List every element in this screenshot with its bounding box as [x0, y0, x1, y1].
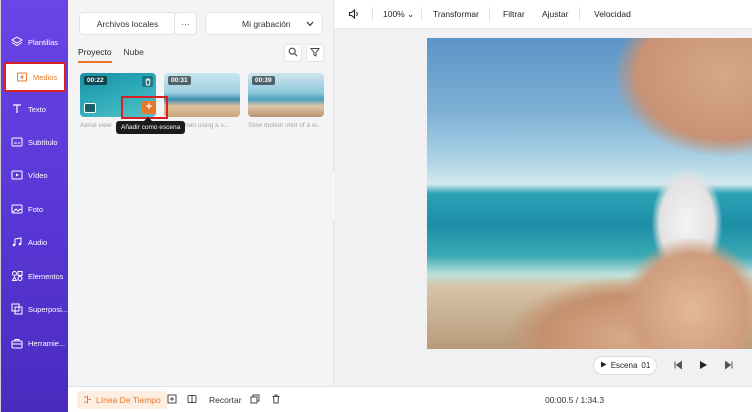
sidebar-item-media[interactable]: Medios [4, 62, 66, 92]
chevron-down-icon: ⌄ [407, 9, 415, 19]
scene-label: Escena [610, 361, 638, 370]
chevron-down-icon [306, 19, 314, 29]
add-frame-icon[interactable] [166, 393, 178, 405]
sidebar-item-label: Plantillas [28, 37, 59, 47]
sidebar-item-label: Subtítulo [28, 137, 58, 147]
local-files-button[interactable]: Archivos locales [79, 12, 176, 35]
crop-button[interactable]: Recortar [209, 395, 242, 405]
duration-badge: 00:31 [168, 76, 191, 85]
video-frame-detail [612, 38, 752, 158]
skip-back-icon [673, 360, 683, 372]
sidebar-item-overlay[interactable]: Superposi... [1, 294, 69, 324]
preview-toolbar: 100% ⌄ Transformar Filtrar Ajustar Veloc… [334, 0, 752, 29]
filter-icon [310, 47, 320, 59]
delete-icon[interactable] [270, 393, 282, 405]
search-icon [288, 47, 298, 59]
sidebar-item-templates[interactable]: Plantillas [1, 27, 69, 57]
time-display: 00:00.5 / 1:34.3 [545, 395, 605, 405]
split-icon[interactable] [186, 393, 198, 405]
overlay-icon [10, 302, 24, 316]
duration-badge: 00:22 [84, 76, 107, 85]
timeline-icon [83, 395, 92, 406]
media-tabs: Proyecto Nube [78, 47, 144, 63]
sidebar-item-label: Foto [28, 204, 44, 214]
sidebar: Plantillas Medios Texto Subtítulo Vídeo … [0, 0, 68, 412]
duration-badge: 00:39 [252, 76, 275, 85]
recording-select-value: Mi grabación [242, 18, 291, 29]
volume-icon[interactable] [348, 8, 360, 22]
sidebar-item-label: Superposi... [28, 304, 69, 314]
media-thumbnail-slowmotion[interactable]: 00:39 [248, 73, 324, 117]
play-icon [600, 361, 607, 370]
search-button[interactable] [284, 44, 302, 62]
sidebar-item-label: Medios [33, 72, 58, 82]
sidebar-item-label: Elementos [28, 271, 64, 281]
play-button[interactable] [696, 359, 710, 373]
zoom-value: 100% [383, 9, 405, 19]
timeline-label: Línea De Tiempo [96, 395, 161, 405]
filter-tool-button[interactable]: Filtrar [503, 9, 525, 19]
sidebar-item-photo[interactable]: Foto [1, 194, 69, 224]
sidebar-item-label: Audio [28, 237, 48, 247]
duplicate-icon[interactable] [249, 393, 261, 405]
zoom-select[interactable]: 100% ⌄ [383, 9, 414, 20]
sidebar-item-label: Herramie... [28, 338, 66, 348]
media-title: Slow motion shot of a w... [248, 122, 322, 129]
more-options-button[interactable]: ··· [174, 12, 197, 35]
photo-icon [10, 202, 24, 216]
timeline-button[interactable]: Línea De Tiempo [77, 391, 167, 409]
toolbox-icon [10, 336, 24, 350]
toolbar-divider [489, 7, 490, 21]
add-scene-tooltip: Añadir como escena [116, 117, 186, 134]
video-icon [10, 168, 24, 182]
layers-icon [10, 35, 24, 49]
sidebar-item-subtitle[interactable]: Subtítulo [1, 127, 69, 157]
transform-button[interactable]: Transformar [433, 9, 479, 19]
media-import-icon [15, 70, 29, 84]
sidebar-item-elements[interactable]: Elementos [1, 261, 69, 291]
filter-button[interactable] [306, 44, 324, 62]
video-frame-detail [622, 238, 752, 349]
elements-icon [10, 269, 24, 283]
media-type-icon [84, 103, 96, 113]
skip-forward-button[interactable] [722, 359, 736, 373]
subtitle-icon [10, 135, 24, 149]
sidebar-item-audio[interactable]: Audio [1, 227, 69, 257]
trash-icon[interactable] [142, 76, 153, 87]
speed-button[interactable]: Velocidad [594, 9, 631, 19]
adjust-button[interactable]: Ajustar [542, 9, 568, 19]
text-icon [10, 102, 24, 116]
toolbar-divider [421, 7, 422, 21]
sidebar-item-label: Vídeo [28, 170, 48, 180]
sidebar-item-text[interactable]: Texto [1, 94, 69, 124]
sidebar-item-tools[interactable]: Herramie... [1, 328, 69, 358]
toolbar-divider [372, 7, 373, 21]
video-preview[interactable] [427, 38, 752, 349]
scene-play-button[interactable]: Escena 01 [593, 356, 657, 375]
bottom-bar: Línea De Tiempo Recortar 00:00.5 / 1:34.… [68, 386, 752, 412]
sidebar-item-video[interactable]: Vídeo [1, 160, 69, 190]
toolbar-divider [579, 7, 580, 21]
tab-project[interactable]: Proyecto [78, 47, 112, 63]
music-icon [10, 235, 24, 249]
sidebar-item-label: Texto [28, 104, 46, 114]
media-panel: Archivos locales ··· Mi grabación Proyec… [68, 0, 333, 386]
play-icon [698, 360, 708, 372]
tab-cloud[interactable]: Nube [124, 47, 144, 63]
media-thumbnail-woman[interactable]: 00:31 [164, 73, 240, 117]
skip-forward-icon [724, 360, 734, 372]
recording-select[interactable]: Mi grabación [205, 12, 323, 35]
scene-number: 01 [641, 361, 651, 370]
add-as-scene-button[interactable]: + [142, 101, 156, 114]
skip-back-button[interactable] [671, 359, 685, 373]
